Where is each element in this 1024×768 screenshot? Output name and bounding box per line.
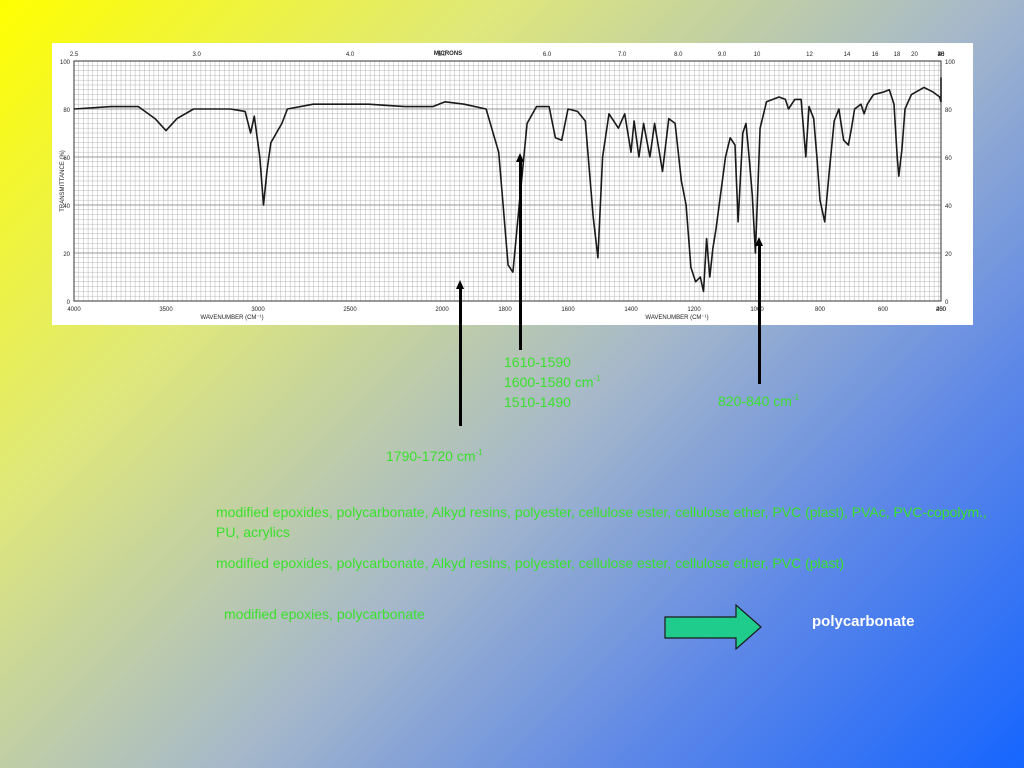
pointer-line-1600: [519, 160, 522, 350]
x-tick-label: 3000: [251, 307, 265, 313]
right-arrow-icon: [664, 604, 762, 650]
x-tick-label: 1800: [498, 307, 512, 313]
annotation-carbonyl-band: 1790-1720 cm-1: [386, 448, 483, 464]
x-tick-label: 2500: [343, 307, 357, 313]
annotation-line: 1510-1490: [504, 394, 571, 410]
micron-tick-label: 4.0: [346, 52, 355, 58]
ir-spectrum-chart: 0 0 20 20 40 40 60 60 80 80 100 100 4000 3500 3000 2500…: [52, 43, 973, 325]
micron-tick-label: 2.5: [70, 52, 79, 58]
candidates-text-1: modified epoxides, polycarbonate, Alkyd …: [216, 504, 987, 540]
y-tick-label-right: 80: [945, 108, 952, 114]
result-label: polycarbonate: [812, 613, 915, 630]
micron-tick-label: 16: [872, 52, 879, 58]
micron-tick-label: 10: [754, 52, 761, 58]
x-tick-label: 3500: [159, 307, 173, 313]
ir-spectrum-svg: 0 020 2040 4060 6080 80100 1004000 3500 3000 2500…: [60, 51, 956, 321]
x-tick-label: 600: [878, 307, 889, 313]
top-axis-label: MICRONS: [434, 51, 462, 57]
x-tick-label: 800: [815, 307, 826, 313]
x-tick-label: 1200: [687, 307, 701, 313]
y-tick-label-right: 0: [945, 300, 949, 306]
micron-tick-label: 8.0: [674, 52, 683, 58]
pointer-line-1780: [459, 287, 462, 426]
micron-tick-label: 14: [844, 52, 851, 58]
x-tick-label: 250: [936, 307, 947, 313]
x-tick-label: 1600: [561, 307, 575, 313]
x-axis-label: WAVENUMBER (CM⁻¹): [200, 315, 263, 321]
y-tick-label: 0: [67, 300, 71, 306]
y-tick-label: 20: [63, 252, 70, 258]
y-tick-label: 80: [63, 108, 70, 114]
micron-tick-label: 3.0: [192, 52, 201, 58]
pointer-line-820: [758, 244, 761, 384]
micron-tick-label: 20: [911, 52, 918, 58]
candidates-text-2: modified epoxides, polycarbonate, Alkyd …: [216, 555, 844, 571]
micron-tick-label: 18: [894, 52, 901, 58]
annotation-line: 1610-1590: [504, 354, 571, 370]
micron-tick-label: 12: [806, 52, 813, 58]
x-tick-label: 4000: [67, 307, 81, 313]
y-tick-label: 100: [60, 60, 71, 66]
annotation-aromatic-bands: 1610-1590 1600-1580 cm-1 1510-1490: [504, 352, 601, 412]
y-tick-label-right: 60: [945, 156, 952, 162]
y-axis-label: TRANSMITTANCE (%): [60, 150, 66, 212]
y-tick-label-right: 20: [945, 252, 952, 258]
y-tick-label-right: 100: [945, 60, 956, 66]
spectrum-line: [73, 76, 942, 293]
x-axis-label-secondary: WAVENUMBER (CM⁻¹): [645, 315, 708, 321]
annotation-line: 1600-1580 cm-1: [504, 374, 601, 390]
micron-tick-label: 40: [938, 52, 945, 58]
x-tick-label: 2000: [435, 307, 449, 313]
x-tick-label: 1400: [624, 307, 638, 313]
y-tick-label-right: 40: [945, 204, 952, 210]
micron-tick-label: 6.0: [543, 52, 552, 58]
micron-tick-label: 7.0: [618, 52, 627, 58]
micron-tick-label: 9.0: [718, 52, 727, 58]
annotation-para-substituted-band: 820-840 cm-1: [718, 393, 800, 409]
candidates-text-3: modified epoxies, polycarbonate: [224, 606, 425, 622]
